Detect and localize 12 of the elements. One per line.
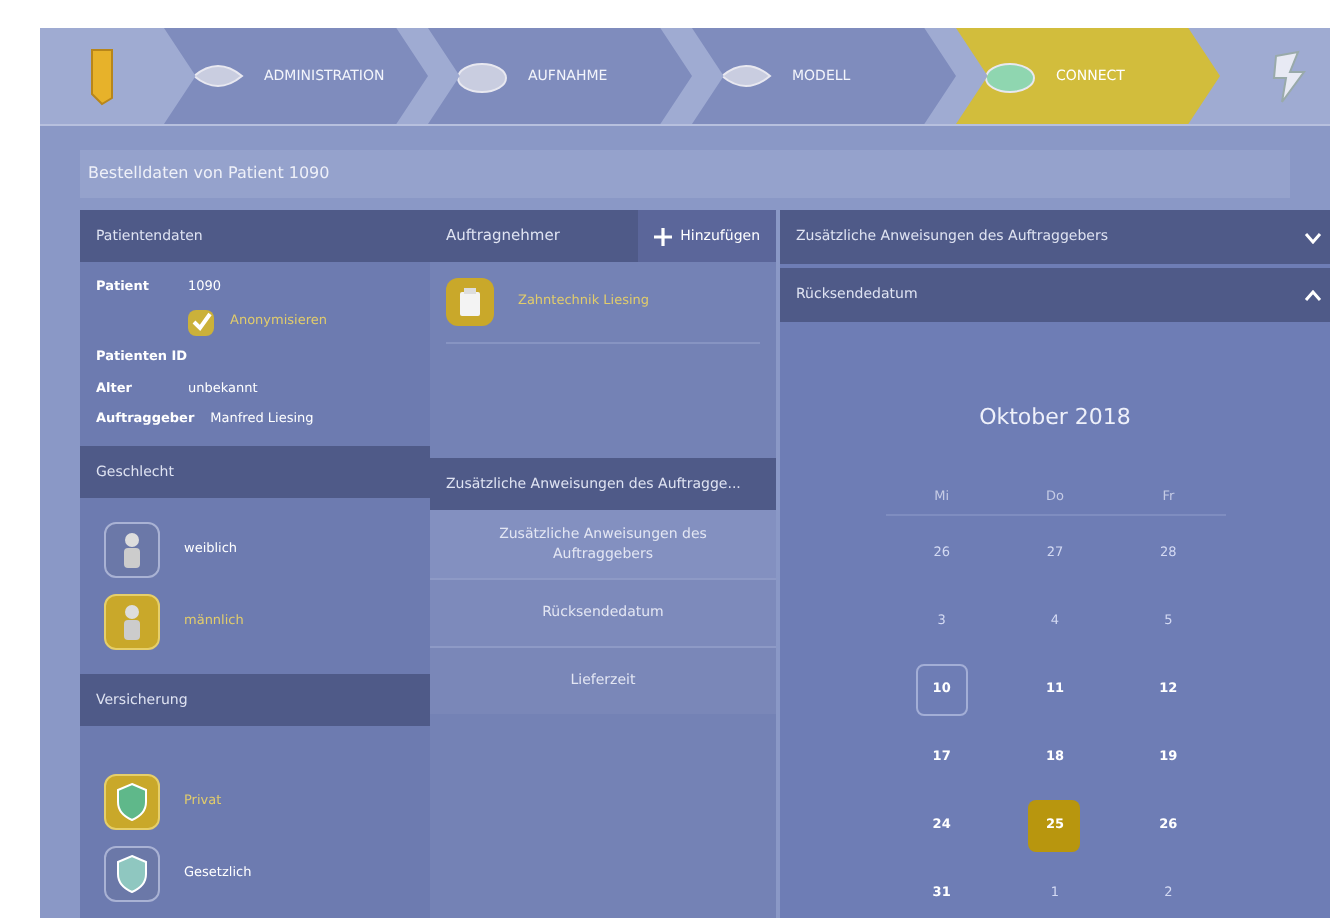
shield-icon [104, 846, 160, 902]
checkbox[interactable] [188, 309, 214, 336]
month-title: Oktober 2018 [979, 402, 1131, 434]
plus-icon [654, 227, 673, 245]
chevron-up-icon [1304, 289, 1322, 301]
lightning-icon[interactable] [1270, 48, 1310, 104]
page-title: Bestelldaten von Patient 1090 [88, 162, 330, 186]
figure-icon [104, 522, 160, 578]
figure-icon [104, 594, 160, 650]
lab-icon [446, 278, 494, 326]
chevron-down-icon [1304, 231, 1322, 243]
shield-icon [104, 774, 160, 830]
